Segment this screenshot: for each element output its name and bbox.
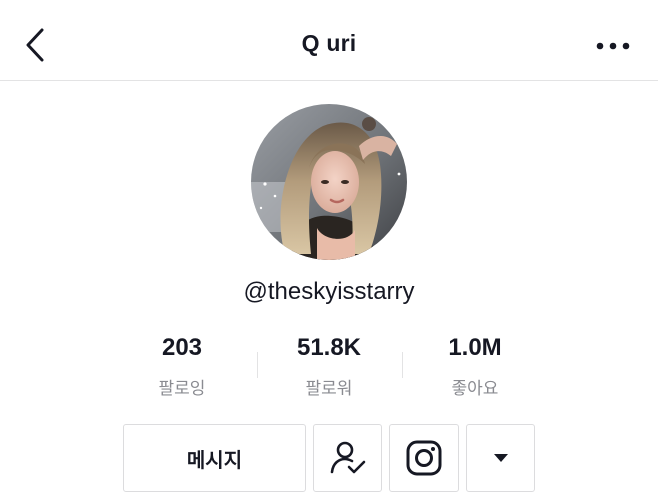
page-title: Q uri [301,30,357,56]
more-options-button[interactable] [594,36,634,56]
likes-count: 1.0M [448,334,502,361]
triangle-down-icon [493,454,508,462]
instagram-button[interactable] [389,424,459,492]
likes-label: 좋아요 [451,379,499,398]
username: @theskyisstarry [243,278,415,305]
avatar[interactable] [251,104,407,260]
stat-followers[interactable]: 51.8K 팔로워 [259,334,399,399]
following-status-button[interactable] [313,424,382,492]
avatar-image [251,104,407,260]
stat-divider [257,352,258,378]
message-button[interactable]: 메시지 [123,424,306,492]
stat-following[interactable]: 203 팔로잉 [112,334,252,399]
user-check-icon [330,441,365,474]
following-count: 203 [161,334,203,361]
instagram-icon [406,440,442,476]
following-label: 팔로잉 [158,379,206,398]
profile-screen: Q uri @theskyisstarry 203 팔로잉 51.8K 팔로워 … [0,0,658,503]
more-actions-dropdown[interactable] [466,424,535,492]
stat-likes[interactable]: 1.0M 좋아요 [405,334,545,399]
more-horizontal-icon [596,42,630,50]
message-button-label: 메시지 [186,449,243,472]
followers-count: 51.8K [296,334,362,361]
stat-divider [402,352,403,378]
followers-label: 팔로워 [305,379,353,398]
top-bar: Q uri [0,0,658,81]
